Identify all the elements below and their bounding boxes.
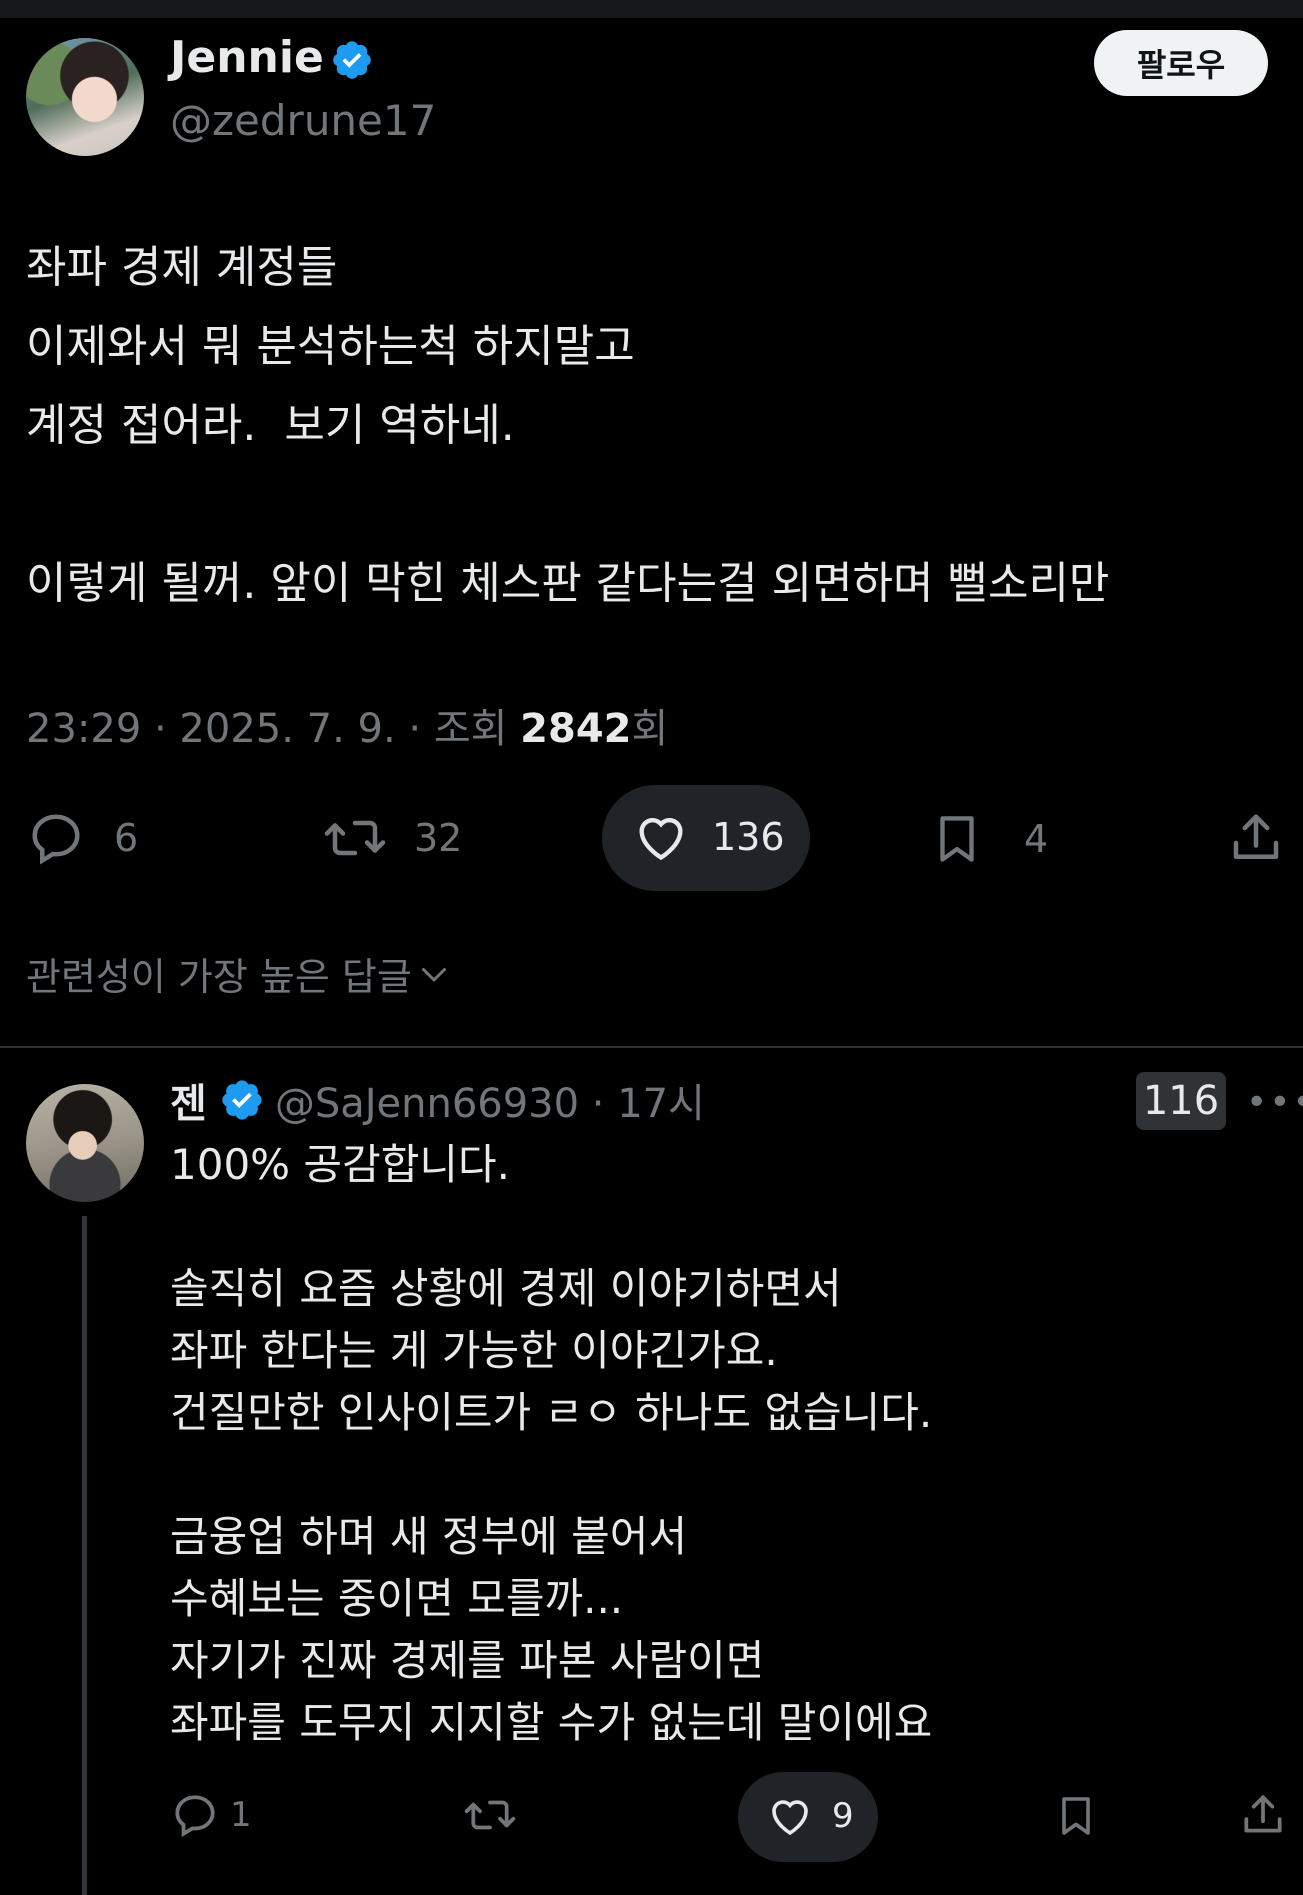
retweet-count: 32 bbox=[414, 816, 463, 860]
bookmark-icon bbox=[940, 816, 974, 862]
reply-badge: 116 bbox=[1136, 1072, 1226, 1130]
thread-line bbox=[82, 1216, 87, 1895]
reply-like-count: 9 bbox=[832, 1796, 854, 1836]
chevron-down-icon bbox=[421, 967, 446, 981]
heart-icon bbox=[772, 1800, 808, 1836]
status-bar bbox=[0, 0, 1303, 18]
reply-retweet-button[interactable] bbox=[462, 1790, 518, 1840]
reply-header: 젠 @SaJenn66930 · 17시 bbox=[170, 1075, 705, 1127]
share-button[interactable] bbox=[1226, 808, 1286, 868]
reply-like-button[interactable]: 9 bbox=[766, 1792, 854, 1840]
heart-icon bbox=[639, 818, 683, 861]
reply-icon bbox=[175, 1795, 215, 1838]
retweet-icon bbox=[464, 1800, 516, 1830]
sort-label: 관련성이 가장 높은 답글 bbox=[26, 955, 412, 999]
more-options-icon[interactable]: ••• bbox=[1246, 1082, 1303, 1123]
reply-reply-count: 1 bbox=[230, 1795, 252, 1835]
view-suffix: 회 bbox=[631, 706, 669, 752]
reply-share-button[interactable] bbox=[1238, 1790, 1288, 1840]
reply-reply-button[interactable]: 1 bbox=[170, 1790, 252, 1840]
author-name[interactable]: Jennie bbox=[170, 32, 324, 83]
avatar[interactable] bbox=[26, 38, 144, 156]
reply-author-handle[interactable]: @SaJenn66930 · 17시 bbox=[275, 1071, 705, 1129]
reply-text: 100% 공감합니다. 솔직히 요즘 상황에 경제 이야기하면서 좌파 한다는 … bbox=[170, 1140, 933, 1747]
reply-avatar[interactable] bbox=[26, 1084, 144, 1202]
retweet-button[interactable]: 32 bbox=[322, 808, 462, 868]
bookmark-button[interactable]: 4 bbox=[928, 808, 1048, 870]
divider bbox=[0, 1046, 1303, 1048]
reply-icon bbox=[32, 814, 80, 865]
tweet-meta: 23:29 · 2025. 7. 9. · 조회 2842회 bbox=[26, 696, 668, 754]
reply-sort-dropdown[interactable]: 관련성이 가장 높은 답글 bbox=[26, 946, 452, 1001]
verified-badge-icon bbox=[333, 41, 371, 79]
share-icon bbox=[1244, 1795, 1282, 1833]
reply-author-name[interactable]: 젠 bbox=[170, 1071, 207, 1129]
tweet-text: 좌파 경제 계정들 이제와서 뭐 분석하는척 하지말고 계정 접어라. 보기 역… bbox=[26, 242, 1110, 609]
verified-badge-icon bbox=[222, 1080, 262, 1120]
like-count: 136 bbox=[712, 815, 785, 859]
tweet-timestamp: 23:29 · 2025. 7. 9. · 조회 bbox=[26, 706, 521, 752]
reply-count: 6 bbox=[114, 816, 139, 860]
share-icon bbox=[1233, 814, 1279, 859]
author-handle[interactable]: @zedrune17 bbox=[170, 96, 436, 145]
reply-bookmark-button[interactable] bbox=[1052, 1790, 1100, 1842]
bookmark-icon bbox=[1062, 1797, 1090, 1835]
bookmark-count: 4 bbox=[1024, 817, 1049, 861]
like-button[interactable]: 136 bbox=[632, 808, 785, 866]
reply-button[interactable]: 6 bbox=[26, 808, 138, 868]
view-count: 2842 bbox=[520, 706, 632, 752]
retweet-icon bbox=[324, 820, 386, 856]
follow-button[interactable]: 팔로우 bbox=[1094, 30, 1268, 96]
